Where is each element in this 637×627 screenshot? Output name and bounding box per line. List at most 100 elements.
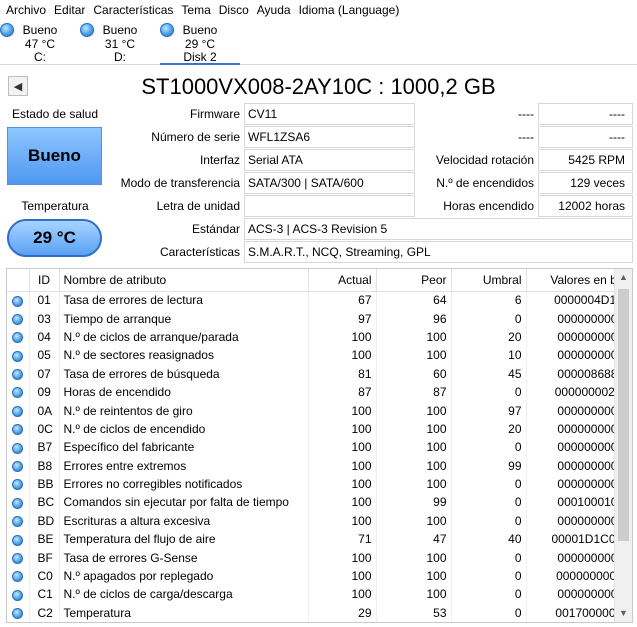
attribute-current: 100 (308, 327, 377, 347)
previous-disk-button[interactable]: ◀ (8, 76, 28, 96)
status-good-icon (12, 571, 24, 583)
menu-archivo[interactable]: Archivo (2, 0, 50, 21)
attribute-name: Errores entre extremos (59, 456, 309, 475)
status-good-icon (12, 369, 24, 381)
table-row[interactable]: 07 Tasa de errores de búsqueda 81 60 45 00000… (7, 364, 632, 383)
status-dot-cell (7, 493, 30, 512)
drive-status: Bueno (22, 23, 58, 37)
attribute-threshold: 0 (451, 585, 527, 604)
scroll-up-arrow-icon[interactable]: ▲ (615, 269, 632, 286)
health-status-label: Estado de salud (11, 107, 99, 121)
table-row[interactable]: 03 Tiempo de arranque 97 96 0 000000000000 (7, 309, 632, 328)
table-row[interactable]: 01 Tasa de errores de lectura 67 64 6 0000004… (7, 291, 632, 310)
drive-tab-disk2[interactable]: Bueno 29 °C Disk 2 (158, 21, 258, 65)
table-row[interactable]: 09 Horas de encendido 87 87 0 000000002EE2 (7, 382, 632, 402)
scroll-down-arrow-icon[interactable]: ▼ (615, 605, 632, 622)
drive-letter-field (244, 195, 415, 217)
attribute-id: C1 (29, 585, 60, 604)
status-dot-cell (7, 346, 30, 365)
smart-attributes-table[interactable]: ID Nombre de atributo Actual Peor Umbral… (6, 268, 633, 623)
attribute-current: 100 (308, 456, 377, 475)
menu-bar: Archivo Editar Características Tema Disc… (0, 0, 637, 21)
power-on-count-label: N.º de encendidos (436, 176, 534, 190)
attribute-threshold: 0 (451, 438, 527, 457)
menu-ayuda[interactable]: Ayuda (253, 0, 295, 21)
attribute-name: Escrituras a altura excesiva (59, 511, 309, 531)
rotation-speed-field: 5425 RPM (538, 149, 633, 171)
attribute-id: 07 (29, 364, 60, 383)
status-dot-cell (7, 419, 30, 439)
attribute-current: 100 (308, 419, 377, 439)
table-row[interactable]: B7 Específico del fabricante 100 100 0 000000… (7, 438, 632, 457)
scrollbar-thumb[interactable] (618, 289, 629, 541)
temperature-button[interactable]: 29 °C (7, 219, 102, 257)
header-status[interactable] (7, 269, 30, 292)
attribute-current: 71 (308, 530, 377, 549)
table-row[interactable]: C1 N.º de ciclos de carga/descarga 100 100 0… (7, 585, 632, 604)
attribute-worst: 47 (376, 530, 452, 549)
drive-label: C: (34, 50, 46, 64)
drive-temp: 31 °C (104, 37, 136, 51)
standard-label: Estándar (191, 222, 240, 236)
attribute-current: 29 (308, 603, 377, 622)
menu-caracteristicas[interactable]: Características (89, 0, 177, 21)
table-row[interactable]: 04 N.º de ciclos de arranque/parada 100 100… (7, 327, 632, 347)
status-good-icon (12, 608, 24, 620)
status-dot-cell (7, 309, 30, 328)
table-header-row: ID Nombre de atributo Actual Peor Umbral… (7, 269, 632, 292)
drive-status: Bueno (182, 23, 218, 37)
attribute-current: 100 (308, 401, 377, 420)
header-worst[interactable]: Peor (376, 269, 452, 292)
health-status-button[interactable]: Bueno (7, 127, 102, 185)
attribute-name: N.º de sectores reasignados (59, 346, 309, 365)
drive-tabs: Bueno 47 °C C: Bueno 31 °C D: Bueno 29 °… (0, 21, 637, 65)
drive-tab-c[interactable]: Bueno 47 °C C: (0, 21, 80, 65)
table-row[interactable]: 0C N.º de ciclos de encendido 100 100 20 0000… (7, 419, 632, 439)
attribute-id: B7 (29, 438, 60, 457)
table-row[interactable]: C0 N.º apagados por replegado 100 100 0 00000… (7, 566, 632, 586)
table-row[interactable]: C2 Temperatura 29 53 0 00170000001D (7, 603, 632, 622)
status-dot-cell (7, 585, 30, 604)
menu-editar[interactable]: Editar (50, 0, 89, 21)
table-row[interactable]: BF Tasa de errores G-Sense 100 100 0 00000000… (7, 548, 632, 567)
features-field: S.M.A.R.T., NCQ, Streaming, GPL (244, 241, 633, 263)
attribute-id: 03 (29, 309, 60, 328)
attribute-name: Tiempo de arranque (59, 309, 309, 328)
attribute-threshold: 0 (451, 566, 527, 586)
table-row[interactable]: BD Escrituras a altura excesiva 100 100 0 000… (7, 511, 632, 531)
attribute-worst: 99 (376, 493, 452, 512)
attribute-current: 100 (308, 346, 377, 365)
active-tab-indicator (160, 63, 240, 65)
attribute-worst: 87 (376, 382, 452, 402)
menu-disco[interactable]: Disco (215, 0, 253, 21)
attribute-current: 81 (308, 364, 377, 383)
table-row[interactable]: BE Temperatura del flujo de aire 71 47 40 000… (7, 530, 632, 549)
header-current[interactable]: Actual (308, 269, 377, 292)
table-row[interactable]: BC Comandos sin ejecutar por falta de tie… (7, 493, 632, 512)
power-on-hours-label: Horas encendido (443, 199, 534, 213)
attribute-id: 09 (29, 382, 60, 402)
drive-tab-d[interactable]: Bueno 31 °C D: (78, 21, 158, 65)
standard-field: ACS-3 | ACS-3 Revision 5 (244, 218, 633, 240)
header-attribute-name[interactable]: Nombre de atributo (59, 269, 309, 292)
table-row[interactable]: 05 N.º de sectores reasignados 100 100 10 000… (7, 346, 632, 365)
menu-idioma[interactable]: Idioma (Language) (295, 0, 404, 21)
transfer-mode-field: SATA/300 | SATA/600 (244, 172, 415, 194)
attribute-worst: 100 (376, 474, 452, 494)
unknown-label-2: ---- (518, 130, 534, 144)
header-threshold[interactable]: Umbral (451, 269, 527, 292)
status-good-icon (12, 405, 24, 417)
table-row[interactable]: B8 Errores entre extremos 100 100 99 00000000… (7, 456, 632, 475)
table-row[interactable]: BB Errores no corregibles notificados 100 1… (7, 474, 632, 494)
header-id[interactable]: ID (29, 269, 60, 292)
menu-tema[interactable]: Tema (177, 0, 214, 21)
table-row[interactable]: 0A N.º de reintentos de giro 100 100 97 00000… (7, 401, 632, 420)
status-good-icon (12, 295, 24, 307)
attribute-worst: 100 (376, 511, 452, 531)
attribute-threshold: 10 (451, 346, 527, 365)
status-good-icon (12, 442, 24, 454)
status-dot-cell (7, 548, 30, 567)
attribute-name: Tasa de errores de búsqueda (59, 364, 309, 383)
attribute-name: N.º de reintentos de giro (59, 401, 309, 420)
vertical-scrollbar[interactable]: ▲ ▼ (614, 269, 632, 622)
